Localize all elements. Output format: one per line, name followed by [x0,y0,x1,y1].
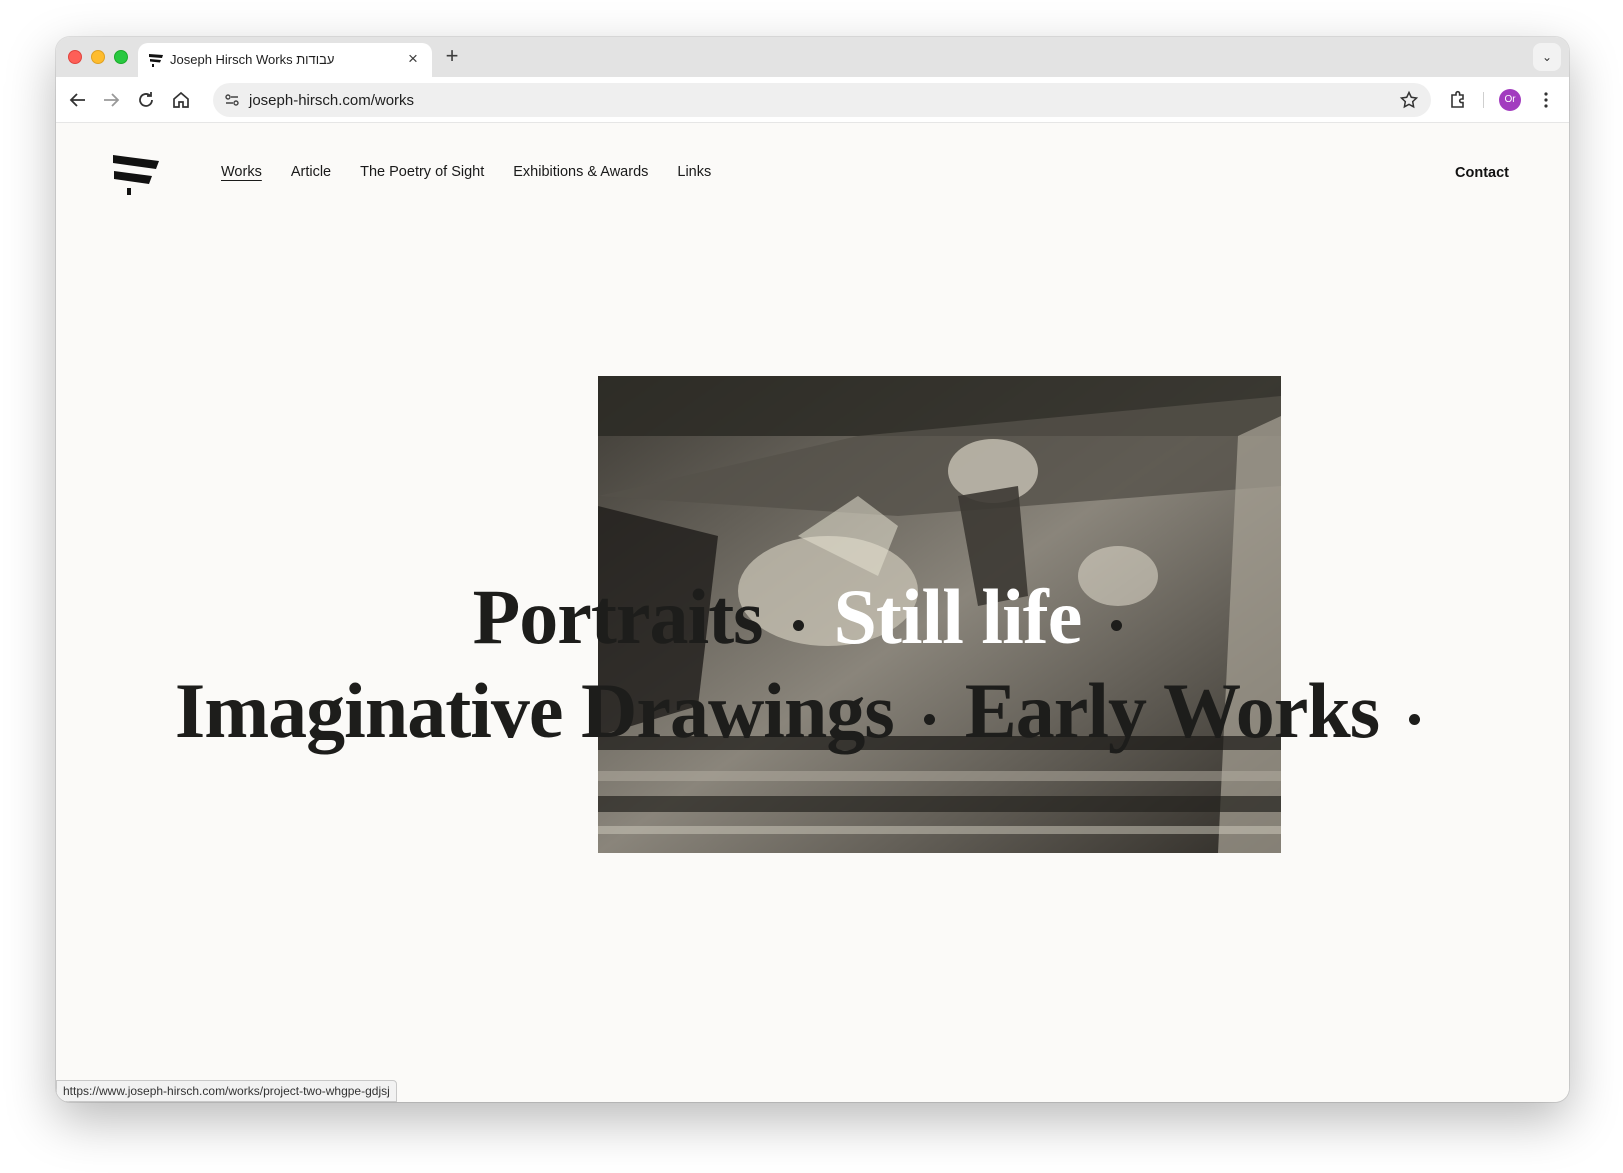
tab-title: Joseph Hirsch Works עבודות [170,52,335,67]
new-tab-button[interactable]: + [440,45,464,69]
browser-window: Joseph Hirsch Works עבודות × + ⌄ joseph-… [56,37,1569,1102]
tab-search-button[interactable]: ⌄ [1533,43,1561,71]
address-bar[interactable]: joseph-hirsch.com/works [213,83,1431,117]
site-logo[interactable] [112,153,160,197]
home-icon [173,91,189,108]
separator-dot [1409,713,1421,725]
arrow-right-icon [104,93,120,107]
nav-exhibitions-awards[interactable]: Exhibitions & Awards [513,164,648,180]
category-early-works[interactable]: Early Works [965,666,1380,756]
toolbar-divider [1483,92,1484,108]
browser-menu-button[interactable] [1534,88,1558,112]
url-text: joseph-hirsch.com/works [249,92,415,109]
reload-icon [139,92,153,107]
reload-button[interactable] [134,88,158,112]
nav-works[interactable]: Works [221,164,262,180]
nav-poetry-of-sight[interactable]: The Poetry of Sight [360,164,484,180]
close-window-button[interactable] [68,50,82,64]
main-nav: Works Article The Poetry of Sight Exhibi… [221,164,711,180]
link-status-bar: https://www.joseph-hirsch.com/works/proj… [56,1080,397,1102]
category-imaginative-drawings[interactable]: Imaginative Drawings [175,666,895,756]
maximize-window-button[interactable] [114,50,128,64]
contact-link[interactable]: Contact [1455,165,1509,181]
category-line-2: Imaginative Drawings Early Works [56,666,1569,756]
puzzle-icon [1451,90,1464,108]
home-button[interactable] [169,88,193,112]
separator-dot [792,619,804,631]
web-page: Works Article The Poetry of Sight Exhibi… [56,124,1569,1102]
site-favicon-icon [149,54,163,67]
tab-strip: Joseph Hirsch Works עבודות × + ⌄ [56,37,1569,77]
arrow-left-icon [69,93,85,107]
minimize-window-button[interactable] [91,50,105,64]
site-settings-icon[interactable] [223,91,241,109]
nav-article[interactable]: Article [291,164,331,180]
kebab-menu-icon [1544,92,1548,108]
category-portraits[interactable]: Portraits [473,572,764,662]
category-still-life[interactable]: Still life [834,572,1083,662]
tab-close-icon[interactable]: × [404,50,422,68]
profile-avatar[interactable]: Or [1499,89,1521,111]
nav-links[interactable]: Links [677,164,711,180]
bookmark-star-icon[interactable] [1399,90,1419,110]
browser-toolbar: joseph-hirsch.com/works Or [56,77,1569,123]
extensions-button[interactable] [1446,88,1470,112]
separator-dot [923,713,935,725]
active-tab[interactable]: Joseph Hirsch Works עבודות × [138,43,432,77]
category-line-1: Portraits Still life [56,572,1569,662]
separator-dot [1111,619,1123,631]
forward-button[interactable] [99,88,123,112]
back-button[interactable] [66,88,90,112]
